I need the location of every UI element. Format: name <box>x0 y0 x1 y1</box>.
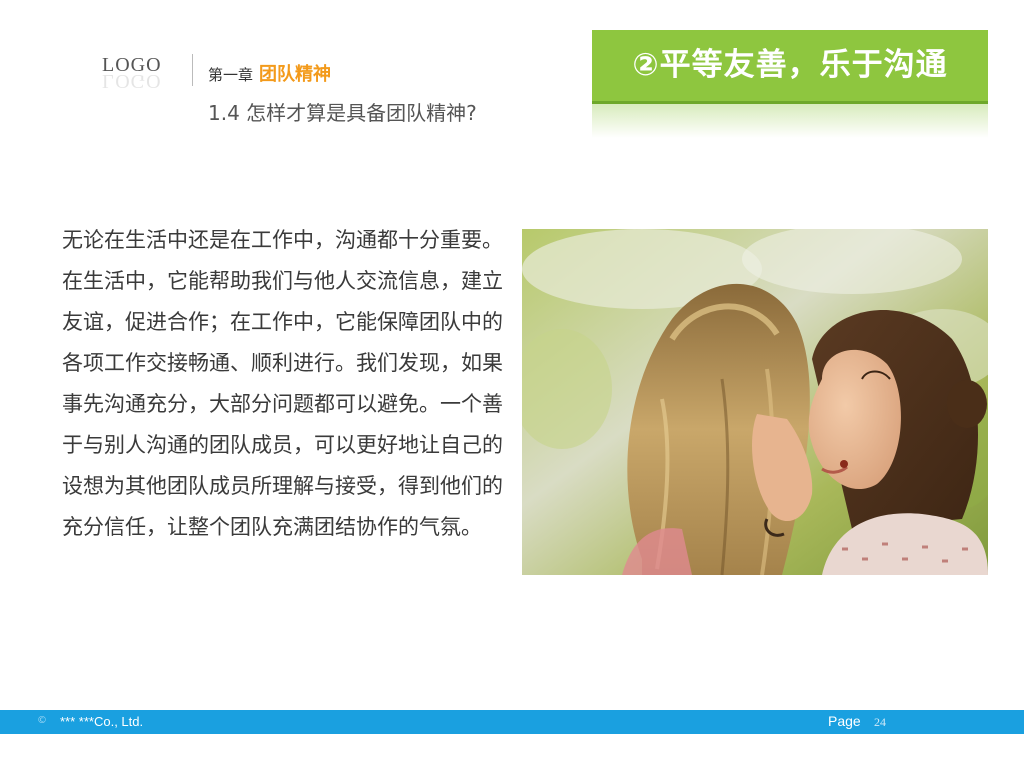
chapter-heading: 第一章 团队精神 <box>208 60 331 86</box>
footer-copyright-icon: © <box>37 715 47 726</box>
footer-page-label: Page <box>828 713 861 729</box>
section-title: 1.4 怎样才算是具备团队精神? <box>208 101 477 125</box>
footer-company: *** ***Co., Ltd. <box>60 714 144 729</box>
logo-reflection: LOGO <box>102 74 162 88</box>
footer-bar: © *** ***Co., Ltd. Page 24 <box>0 710 1024 734</box>
body-paragraph: 无论在生活中还是在工作中，沟通都十分重要。在生活中，它能帮助我们与他人交流信息，… <box>62 228 503 539</box>
slide: LOGO LOGO 第一章 团队精神 1.4 怎样才算是具备团队精神? ②平等友善… <box>0 0 1024 768</box>
chapter-prefix: 第一章 <box>208 66 254 84</box>
header-divider <box>192 54 193 86</box>
banner-title: ②平等友善，乐于沟通 <box>632 47 948 83</box>
photo-illustration <box>522 229 988 575</box>
footer-page-number: 24 <box>874 715 886 729</box>
banner-reflection <box>592 104 988 138</box>
chapter-title: 团队精神 <box>259 64 332 85</box>
photo-two-women-whispering <box>522 229 988 575</box>
title-banner: ②平等友善，乐于沟通 <box>592 30 988 104</box>
